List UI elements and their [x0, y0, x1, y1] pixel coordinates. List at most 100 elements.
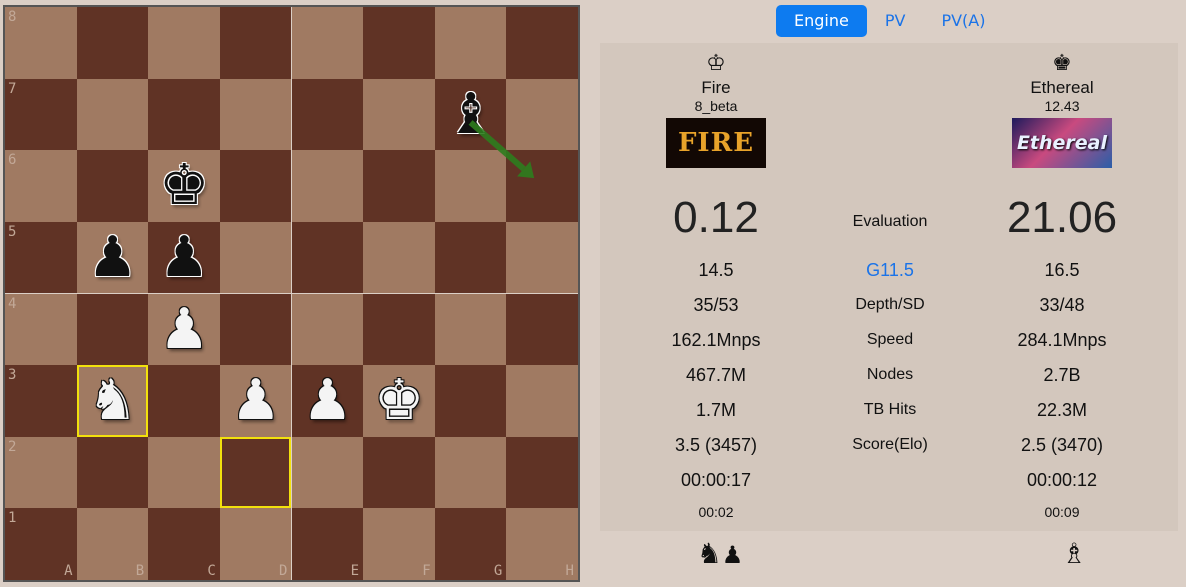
square-b4[interactable] [76, 293, 149, 366]
square-b2[interactable] [76, 436, 149, 509]
square-h4[interactable] [506, 293, 578, 366]
black-king-c6[interactable]: ♚ [148, 150, 220, 222]
file-label: A [64, 562, 73, 579]
square-h6[interactable] [506, 150, 578, 222]
square-c7[interactable] [148, 78, 220, 151]
black-score: 2.5 (3470) [1020, 435, 1104, 455]
tab-pv[interactable]: PV [867, 5, 924, 37]
rank-label: 4 [8, 295, 17, 312]
square-a1[interactable]: 1A [5, 508, 77, 580]
square-h3[interactable] [506, 365, 578, 437]
black-tbhits: 22.3M [1036, 400, 1088, 420]
square-d4[interactable] [219, 293, 292, 366]
square-g8[interactable] [434, 7, 507, 79]
file-label: D [279, 562, 288, 579]
square-e7[interactable] [291, 78, 364, 151]
square-g4[interactable] [434, 293, 507, 366]
white-king-f3[interactable]: ♚ [363, 365, 435, 437]
square-h8[interactable] [506, 7, 578, 79]
tab-pv-a[interactable]: PV(A) [923, 5, 1003, 37]
square-g1[interactable]: G [434, 508, 507, 580]
square-g5[interactable] [434, 221, 507, 294]
square-f6[interactable] [363, 150, 435, 222]
square-d5[interactable] [219, 221, 292, 294]
black-engine-header: ♚ Ethereal 12.43 Ethereal [1012, 51, 1112, 168]
tab-engine[interactable]: Engine [776, 5, 867, 37]
square-a4[interactable]: 4 [5, 293, 77, 366]
white-pawn-e3[interactable]: ♟ [292, 365, 364, 437]
score-label: Score(Elo) [852, 436, 928, 453]
square-f2[interactable] [363, 436, 435, 509]
square-d7[interactable] [219, 78, 292, 151]
square-f1[interactable]: F [363, 508, 435, 580]
square-f4[interactable] [363, 293, 435, 366]
square-d6[interactable] [219, 150, 292, 222]
square-e4[interactable] [291, 293, 364, 366]
square-h7[interactable] [506, 78, 578, 151]
square-d2[interactable] [219, 436, 292, 509]
square-h1[interactable]: H [506, 508, 578, 580]
square-h5[interactable] [506, 221, 578, 294]
black-bishop-g7[interactable]: ♝ [435, 79, 507, 151]
white-engine-header: ♔ Fire 8_beta FIRE [666, 51, 766, 168]
white-pawn-d3[interactable]: ♟ [220, 365, 292, 437]
square-f8[interactable] [363, 7, 435, 79]
black-clock: 00:00:12 [1026, 470, 1098, 490]
black-engine-name: Ethereal [1030, 78, 1094, 97]
black-moves: 16.5 [1044, 260, 1080, 280]
square-c2[interactable] [148, 436, 220, 509]
white-depth: 35/53 [693, 295, 739, 315]
engine-panel: ♔ Fire 8_beta FIRE ♚ Ethereal 12.43 Ethe… [600, 43, 1178, 531]
square-g2[interactable] [434, 436, 507, 509]
white-tbhits: 1.7M [695, 400, 737, 420]
rank-label: 7 [8, 80, 17, 97]
square-c1[interactable]: C [148, 508, 220, 580]
square-b1[interactable]: B [76, 508, 149, 580]
black-speed: 284.1Mnps [1017, 330, 1107, 350]
white-king-icon: ♔ [706, 51, 726, 76]
square-a2[interactable]: 2 [5, 436, 77, 509]
square-b6[interactable] [76, 150, 149, 222]
square-a5[interactable]: 5 [5, 221, 77, 294]
black-engine-logo: Ethereal [1012, 118, 1112, 168]
square-f5[interactable] [363, 221, 435, 294]
square-b8[interactable] [76, 7, 149, 79]
white-pawn-c4[interactable]: ♟ [148, 294, 220, 366]
square-e8[interactable] [291, 7, 364, 79]
square-b7[interactable] [76, 78, 149, 151]
white-knight-b3[interactable]: ♞ [77, 365, 149, 437]
black-pawn-c5[interactable]: ♟ [148, 222, 220, 294]
eval-label: Evaluation [852, 213, 928, 230]
white-captured-pieces: ♞♟ [680, 540, 760, 568]
square-c8[interactable] [148, 7, 220, 79]
square-e2[interactable] [291, 436, 364, 509]
black-depth: 33/48 [1039, 295, 1085, 315]
file-label: F [422, 562, 431, 579]
white-score: 3.5 (3457) [674, 435, 758, 455]
view-tabs: Engine PV PV(A) [776, 5, 1003, 38]
square-f7[interactable] [363, 78, 435, 151]
square-a7[interactable]: 7 [5, 78, 77, 151]
square-c3[interactable] [148, 365, 220, 437]
square-a6[interactable]: 6 [5, 150, 77, 222]
tbhits-label: TB Hits [863, 401, 917, 418]
file-label: C [207, 562, 216, 579]
square-g3[interactable] [434, 365, 507, 437]
chess-board[interactable]: 8 7 6 5 4 3 2 1 A B C D E F G H ♝ ♚ ♟ ♟ ♟ ♞ ♟ ♟ ♚ [3, 5, 580, 582]
captured-bishop-icon: ♗ [1061, 537, 1087, 570]
depth-label: Depth/SD [855, 296, 925, 313]
game-number-link[interactable]: G11.5 [810, 260, 970, 281]
square-g6[interactable] [434, 150, 507, 222]
square-e1[interactable]: E [291, 508, 364, 580]
square-d8[interactable] [219, 7, 292, 79]
black-pawn-b5[interactable]: ♟ [77, 222, 149, 294]
square-e5[interactable] [291, 221, 364, 294]
rank-label: 2 [8, 438, 17, 455]
square-d1[interactable]: D [219, 508, 292, 580]
square-a8[interactable]: 8 [5, 7, 77, 79]
square-a3[interactable]: 3 [5, 365, 77, 437]
square-h2[interactable] [506, 436, 578, 509]
square-e6[interactable] [291, 150, 364, 222]
black-king-icon: ♚ [1052, 51, 1072, 76]
file-label: H [565, 562, 574, 579]
